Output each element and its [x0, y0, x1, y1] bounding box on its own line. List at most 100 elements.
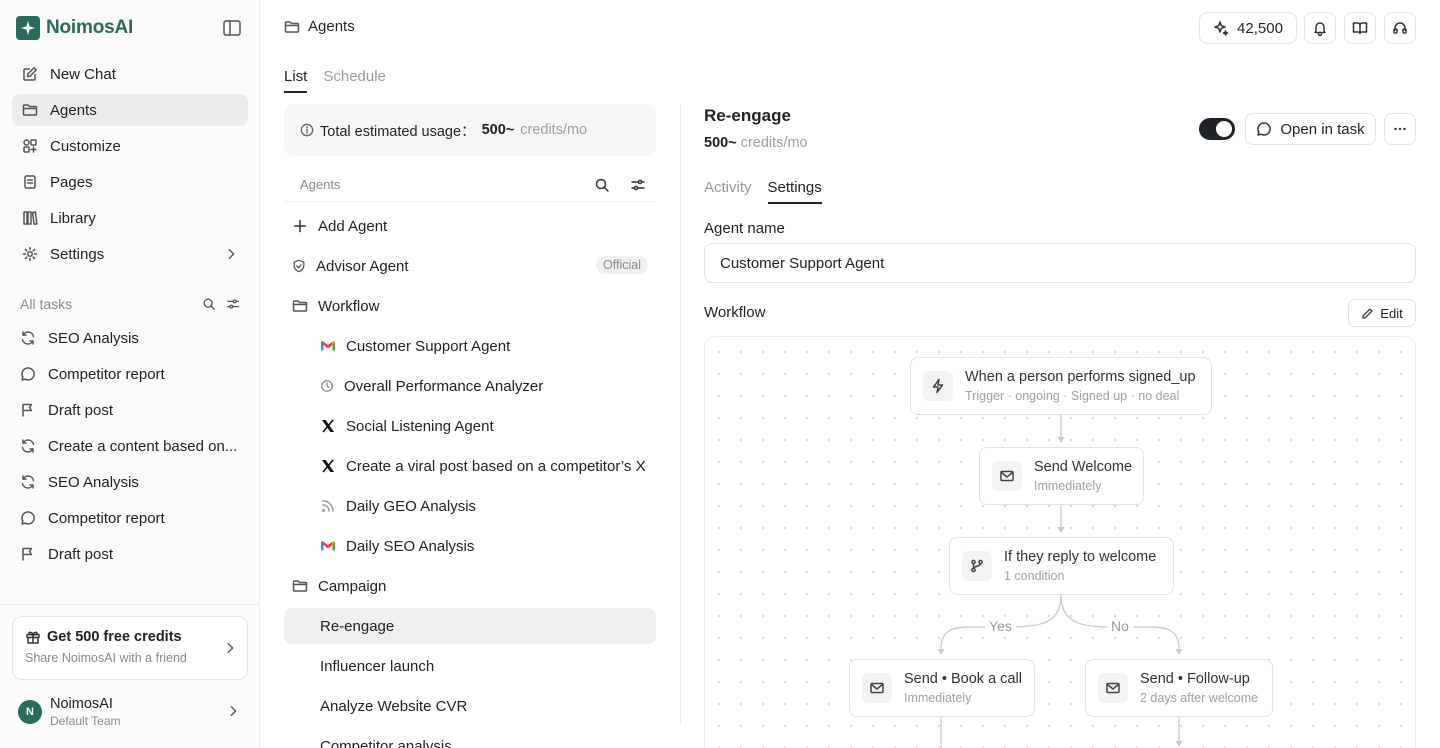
sidebar-item-label: New Chat — [50, 65, 116, 83]
node-subtitle: Immediately — [904, 691, 972, 705]
task-label: Competitor report — [48, 365, 165, 383]
branch-yes-label: Yes — [985, 618, 1016, 634]
task-item[interactable]: Competitor report — [12, 502, 248, 534]
agent-credits-unit: credits/mo — [740, 135, 808, 151]
edit-workflow-button[interactable]: Edit — [1348, 299, 1416, 327]
task-item[interactable]: Draft post — [12, 394, 248, 426]
agent-item[interactable]: Customer Support Agent — [284, 328, 656, 364]
headset-icon — [1393, 22, 1407, 34]
ellipsis-icon — [1394, 127, 1406, 131]
node-title: If they reply to welcome — [1004, 549, 1157, 565]
sparkle-icon — [1214, 21, 1229, 36]
agent-label: Customer Support Agent — [346, 337, 511, 355]
bolt-icon — [932, 378, 944, 394]
agent-item[interactable]: Analyze Website CVR — [284, 688, 656, 724]
tab-activity[interactable]: Activity — [704, 179, 752, 204]
sidebar-item-pages[interactable]: Pages — [12, 166, 248, 198]
filter-icon[interactable] — [226, 297, 240, 311]
search-icon[interactable] — [202, 297, 216, 311]
user-team: Default Team — [50, 714, 121, 728]
node-title: Send • Book a call — [904, 671, 1022, 687]
agent-label: Daily SEO Analysis — [346, 537, 475, 555]
node-subtitle: Immediately — [1034, 479, 1102, 493]
free-credits-card[interactable]: Get 500 free credits Share NoimosAI with… — [12, 616, 248, 680]
agent-item-re-engage[interactable]: Re-engage — [284, 608, 656, 644]
sidebar-toggle-icon[interactable] — [222, 18, 242, 38]
workflow-node-trigger[interactable]: When a person performs signed_up Trigger… — [910, 357, 1212, 415]
view-tabs: List Schedule — [284, 68, 386, 93]
edit-label: Edit — [1380, 305, 1403, 321]
agent-item[interactable]: Influencer launch — [284, 648, 656, 684]
workflow-node-send-welcome[interactable]: Send Welcome Immediately — [979, 447, 1144, 505]
search-icon[interactable] — [594, 177, 610, 193]
add-agent-button[interactable]: Add Agent — [284, 208, 656, 244]
info-icon — [300, 123, 314, 137]
task-label: SEO Analysis — [48, 473, 139, 491]
lightning-icon — [923, 371, 953, 401]
folder-icon — [284, 20, 300, 33]
tab-schedule[interactable]: Schedule — [323, 68, 386, 93]
agent-item[interactable]: Social Listening Agent — [284, 408, 656, 444]
usage-unit: credits/mo — [520, 122, 588, 138]
tasks-header: All tasks — [20, 294, 240, 314]
task-item[interactable]: Create a content based on... — [12, 430, 248, 462]
flag-icon — [22, 403, 33, 417]
agent-item[interactable]: Competitor analysis — [284, 728, 656, 748]
support-button[interactable] — [1384, 12, 1416, 44]
brand[interactable]: NoimosAI — [16, 16, 133, 40]
usage-value: 500~ — [481, 122, 515, 138]
task-item[interactable]: SEO Analysis — [12, 466, 248, 498]
sidebar-item-library[interactable]: Library — [12, 202, 248, 234]
open-in-task-button[interactable]: Open in task — [1245, 113, 1376, 145]
task-list: SEO Analysis Competitor report Draft pos… — [12, 322, 248, 574]
more-options-button[interactable] — [1384, 113, 1416, 145]
sidebar-item-label: Pages — [50, 173, 93, 191]
folder-campaign[interactable]: Campaign — [284, 568, 656, 604]
tab-list[interactable]: List — [284, 68, 308, 93]
sidebar-item-label: Customize — [50, 137, 121, 155]
open-in-task-label: Open in task — [1280, 120, 1365, 138]
user-name: NoimosAI — [50, 696, 113, 712]
sidebar-item-settings[interactable]: Settings — [12, 238, 248, 270]
workflow-canvas[interactable]: Yes No When a person performs signed_up … — [704, 336, 1416, 748]
agent-name-input[interactable] — [704, 243, 1416, 283]
agent-item[interactable]: Daily GEO Analysis — [284, 488, 656, 524]
sidebar-item-new-chat[interactable]: New Chat — [12, 58, 248, 90]
folder-workflow[interactable]: Workflow — [284, 288, 656, 324]
column-divider — [680, 104, 681, 724]
tab-settings[interactable]: Settings — [767, 179, 822, 204]
mail-icon — [992, 461, 1022, 491]
branch-icon — [962, 551, 992, 581]
usage-label: Total estimated usage： — [320, 123, 476, 140]
task-item[interactable]: Draft post — [12, 538, 248, 570]
agent-item[interactable]: Overall Performance Analyzer — [284, 368, 656, 404]
branch-no-label: No — [1107, 618, 1133, 634]
task-item[interactable]: Competitor report — [12, 358, 248, 390]
docs-button[interactable] — [1344, 12, 1376, 44]
task-item[interactable]: SEO Analysis — [12, 322, 248, 354]
agent-label: Social Listening Agent — [346, 417, 494, 435]
sidebar-item-label: Settings — [50, 245, 105, 263]
chat-bubble-icon — [1257, 122, 1272, 136]
workflow-node-book-call[interactable]: Send • Book a call Immediately — [849, 659, 1035, 717]
agent-item[interactable]: Create a viral post based on a competito… — [284, 448, 656, 484]
folder-icon — [292, 580, 308, 592]
filter-icon[interactable] — [630, 177, 646, 193]
agent-enabled-toggle[interactable] — [1199, 118, 1235, 140]
agent-item-advisor[interactable]: Advisor Agent Official — [284, 248, 656, 284]
workflow-node-condition[interactable]: If they reply to welcome 1 condition — [949, 537, 1174, 595]
refresh-icon — [21, 475, 35, 489]
agent-item[interactable]: Daily SEO Analysis — [284, 528, 656, 564]
notifications-button[interactable] — [1304, 12, 1336, 44]
agents-list-header: Agents — [284, 168, 656, 202]
user-menu[interactable]: N NoimosAI Default Team — [18, 694, 244, 730]
agent-label: Influencer launch — [320, 657, 435, 675]
sidebar-item-agents[interactable]: Agents — [12, 94, 248, 126]
gear-icon — [22, 246, 38, 262]
refresh-icon — [21, 331, 35, 345]
workflow-node-follow-up[interactable]: Send • Follow-up 2 days after welcome — [1085, 659, 1273, 717]
folder-icon — [292, 300, 308, 312]
credits-button[interactable]: 42,500 — [1199, 12, 1297, 44]
sidebar-item-customize[interactable]: Customize — [12, 130, 248, 162]
node-title: When a person performs signed_up — [965, 369, 1196, 385]
